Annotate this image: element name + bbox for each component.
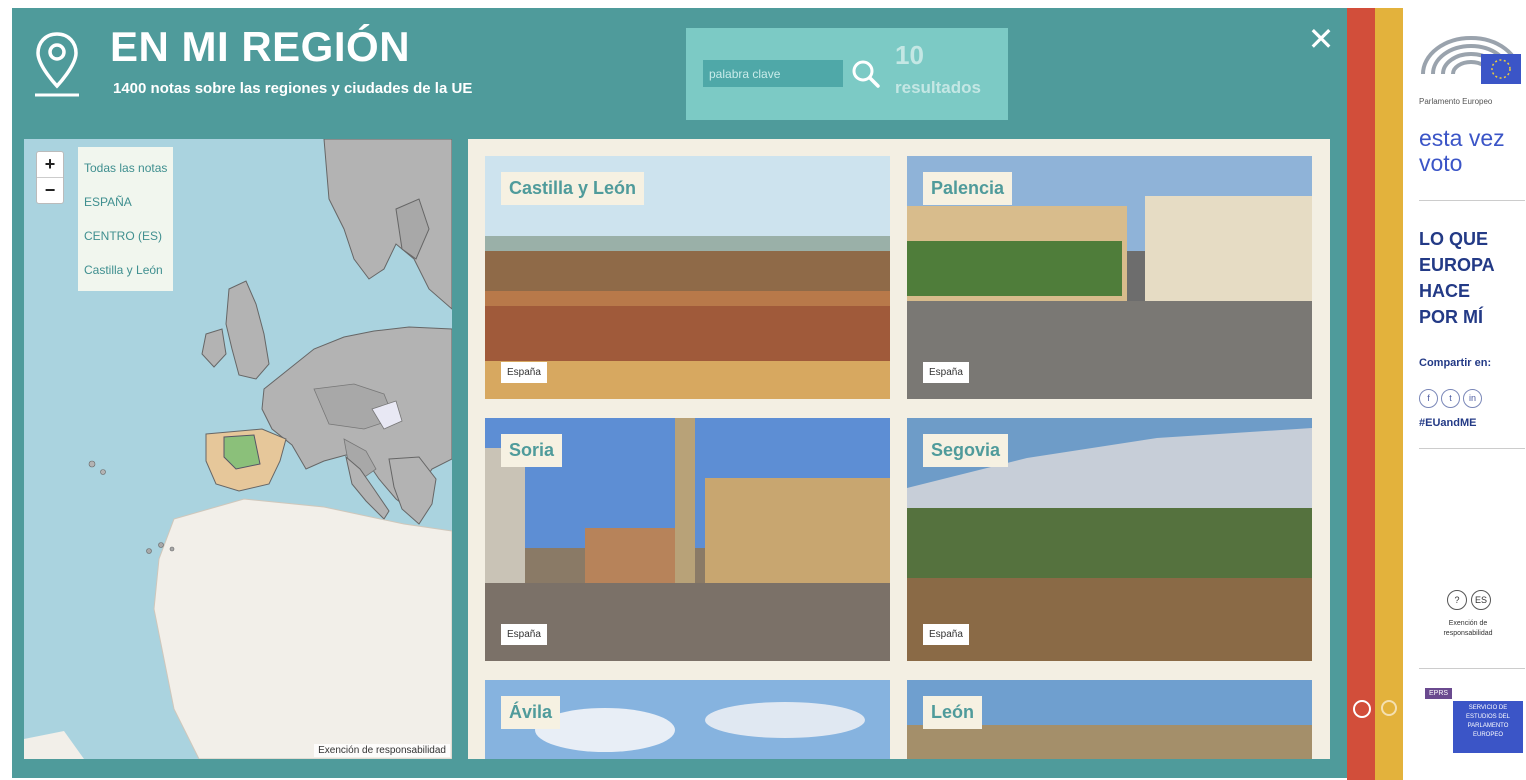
twitter-icon[interactable]: t bbox=[1441, 389, 1460, 408]
result-card-soria[interactable]: Soria España bbox=[485, 418, 890, 661]
scroll-dot-icon[interactable] bbox=[1353, 700, 1371, 718]
result-card-castilla-y-leon[interactable]: Castilla y León España bbox=[485, 156, 890, 399]
search-icon[interactable] bbox=[850, 58, 882, 90]
facebook-icon[interactable]: f bbox=[1419, 389, 1438, 408]
breadcrumb-castilla-leon[interactable]: Castilla y León bbox=[84, 253, 167, 287]
search-input[interactable] bbox=[703, 60, 843, 87]
headline-line: POR MÍ bbox=[1419, 307, 1484, 327]
breadcrumb-spain[interactable]: ESPAÑA bbox=[84, 185, 167, 219]
institution-name: Parlamento Europeo bbox=[1419, 97, 1493, 106]
european-parliament-logo-icon bbox=[1421, 36, 1521, 84]
results-grid: Castilla y León España Palencia España S… bbox=[468, 139, 1330, 759]
share-label: Compartir en: bbox=[1419, 357, 1492, 369]
campaign-line: voto bbox=[1419, 150, 1463, 176]
location-pin-icon bbox=[35, 32, 79, 97]
result-card-leon[interactable]: León bbox=[907, 680, 1312, 759]
app-frame: EN MI REGIÓN 1400 notas sobre las region… bbox=[0, 0, 1526, 780]
card-title: León bbox=[923, 696, 982, 729]
card-title: Soria bbox=[501, 434, 563, 467]
scroll-dot-icon[interactable] bbox=[1381, 700, 1397, 716]
headline-line: LO QUE bbox=[1419, 229, 1489, 249]
eprs-logo: SERVICIO DE ESTUDIOS DEL PARLAMENTO EURO… bbox=[1453, 701, 1523, 753]
region-breadcrumb: Todas las notas ESPAÑA CENTRO (ES) Casti… bbox=[78, 147, 174, 291]
map-attribution-link[interactable]: Exención de responsabilidad bbox=[314, 744, 450, 757]
card-title: Segovia bbox=[923, 434, 1009, 467]
card-title: Castilla y León bbox=[501, 172, 645, 205]
headline-line: EUROPA bbox=[1419, 255, 1495, 275]
breadcrumb-centro[interactable]: CENTRO (ES) bbox=[84, 219, 167, 253]
disclaimer-link[interactable]: Exención de responsabilidad bbox=[1433, 619, 1503, 639]
card-country-badge: España bbox=[923, 362, 969, 383]
campaign-line: esta vez bbox=[1419, 125, 1505, 151]
zoom-in-button[interactable]: + bbox=[37, 152, 63, 177]
card-country-badge: España bbox=[501, 362, 547, 383]
page-title: EN MI REGIÓN bbox=[110, 23, 411, 70]
page-subtitle: 1400 notas sobre las regiones y ciudades… bbox=[113, 80, 473, 97]
share-icons: f t in bbox=[1419, 388, 1485, 408]
campaign-slogan: esta vez voto bbox=[1419, 126, 1505, 176]
close-button[interactable]: ✕ bbox=[1304, 22, 1338, 56]
hashtag: #EUandME bbox=[1419, 417, 1477, 429]
decorative-red-stripe bbox=[1347, 8, 1375, 780]
help-icon[interactable]: ? bbox=[1447, 590, 1467, 610]
search-panel: 10 resultados bbox=[686, 28, 1008, 120]
card-title: Ávila bbox=[501, 696, 561, 729]
result-card-segovia[interactable]: Segovia España bbox=[907, 418, 1312, 661]
eprs-tag: EPRS bbox=[1425, 688, 1453, 699]
headline-line: HACE bbox=[1419, 281, 1471, 301]
region-map[interactable]: + − Todas las notas ESPAÑA CENTRO (ES) C… bbox=[24, 139, 452, 759]
divider bbox=[1419, 668, 1525, 669]
language-icon[interactable]: ES bbox=[1471, 590, 1491, 610]
card-country-badge: España bbox=[501, 624, 547, 645]
right-sidebar: Parlamento Europeo esta vez voto LO QUE … bbox=[1403, 8, 1526, 780]
card-country-badge: España bbox=[923, 624, 969, 645]
breadcrumb-all-notes[interactable]: Todas las notas bbox=[84, 151, 167, 185]
card-title: Palencia bbox=[923, 172, 1013, 205]
results-label: resultados bbox=[895, 78, 981, 97]
linkedin-icon[interactable]: in bbox=[1463, 389, 1482, 408]
utility-icons: ? ES bbox=[1447, 590, 1495, 610]
zoom-control: + − bbox=[36, 151, 64, 204]
result-card-palencia[interactable]: Palencia España bbox=[907, 156, 1312, 399]
results-count: 10 bbox=[895, 40, 924, 70]
zoom-out-button[interactable]: − bbox=[37, 177, 63, 203]
divider bbox=[1419, 200, 1525, 201]
result-card-avila[interactable]: Ávila bbox=[485, 680, 890, 759]
divider bbox=[1419, 448, 1525, 449]
sidebar-headline: LO QUE EUROPA HACE POR MÍ bbox=[1419, 226, 1495, 330]
decorative-yellow-stripe bbox=[1375, 8, 1403, 780]
